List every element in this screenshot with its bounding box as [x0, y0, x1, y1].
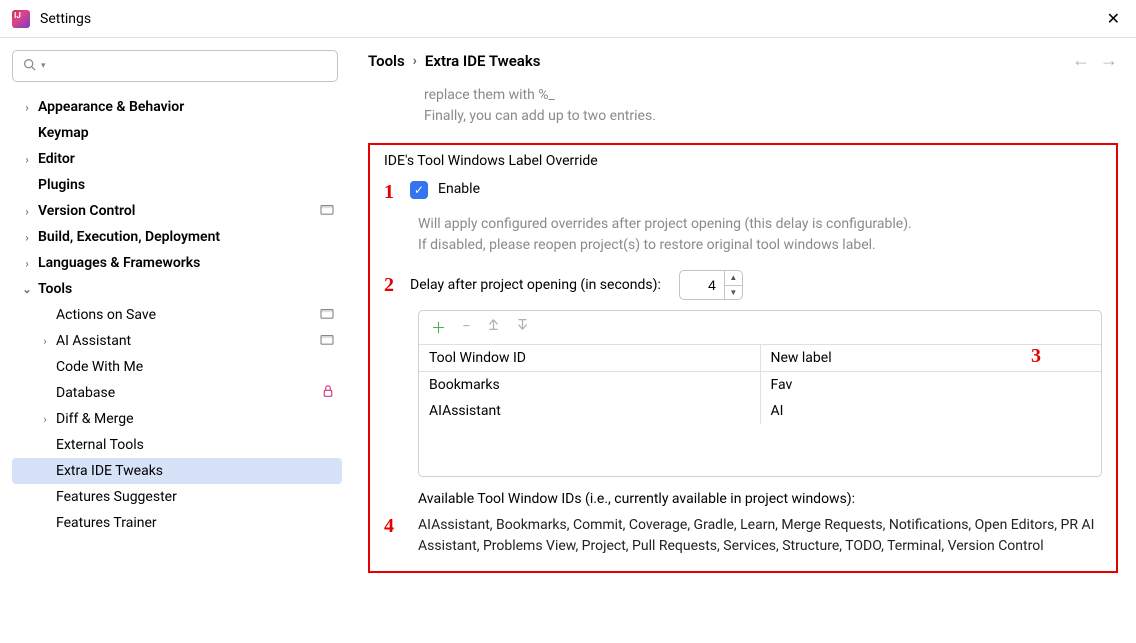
sidebar-item-plugins[interactable]: Plugins [12, 172, 342, 198]
delay-label: Delay after project opening (in seconds)… [410, 277, 661, 293]
nav-forward-icon[interactable]: → [1100, 50, 1118, 71]
spinner-up-icon[interactable]: ▲ [725, 271, 742, 286]
sidebar-item-features-suggester[interactable]: Features Suggester [12, 484, 342, 510]
sidebar-item-label: External Tools [56, 437, 334, 453]
sidebar-item-extra-ide-tweaks[interactable]: Extra IDE Tweaks [12, 458, 342, 484]
sidebar-item-label: Version Control [38, 203, 320, 219]
chevron-icon: › [20, 231, 34, 244]
chevron-icon: › [20, 205, 34, 218]
sidebar-item-label: Features Suggester [56, 489, 334, 505]
available-ids-title: Available Tool Window IDs (i.e., current… [418, 491, 1102, 507]
highlighted-section: IDE's Tool Windows Label Override 1 ✓ En… [368, 143, 1118, 573]
chevron-icon: ⌄ [20, 283, 34, 296]
sidebar-item-build-execution-deployment[interactable]: › Build, Execution, Deployment [12, 224, 342, 250]
enable-label[interactable]: Enable [438, 181, 480, 197]
breadcrumb: Tools › Extra IDE Tweaks ← → [368, 50, 1118, 71]
spinner-down-icon[interactable]: ▼ [725, 286, 742, 300]
sidebar-item-label: Plugins [38, 177, 334, 193]
sidebar-item-editor[interactable]: › Editor [12, 146, 342, 172]
sidebar-item-ai-assistant[interactable]: › AI Assistant [12, 328, 342, 354]
sidebar-item-label: Database [56, 385, 316, 401]
sidebar-item-label: Diff & Merge [56, 411, 334, 427]
sidebar-item-database[interactable]: Database [12, 380, 342, 406]
sidebar-item-label: Languages & Frameworks [38, 255, 334, 271]
overrides-table: 3 ＋ − Tool Window ID New label [418, 310, 1102, 477]
sidebar-item-tools[interactable]: ⌄ Tools [12, 276, 342, 302]
chevron-down-icon: ▾ [41, 61, 46, 71]
breadcrumb-leaf: Extra IDE Tweaks [425, 52, 541, 70]
search-icon [23, 58, 36, 75]
chevron-icon: › [38, 413, 52, 426]
nav-back-icon[interactable]: ← [1072, 50, 1090, 71]
hint-text: replace them with %_ Finally, you can ad… [368, 85, 1118, 127]
sidebar-item-label: AI Assistant [56, 333, 320, 349]
cell-tool-window-id[interactable]: Bookmarks [419, 372, 760, 399]
sidebar-item-keymap[interactable]: Keymap [12, 120, 342, 146]
cell-new-label[interactable]: Fav [760, 372, 1101, 399]
sidebar-item-external-tools[interactable]: External Tools [12, 432, 342, 458]
app-icon [12, 10, 30, 28]
chevron-icon: › [20, 257, 34, 270]
chevron-icon: › [38, 335, 52, 348]
close-icon[interactable]: ✕ [1103, 7, 1124, 30]
breadcrumb-root[interactable]: Tools [368, 52, 405, 70]
callout-1: 1 [384, 181, 410, 204]
sidebar-item-label: Appearance & Behavior [38, 99, 334, 115]
callout-4: 4 [384, 515, 410, 538]
sidebar-item-label: Extra IDE Tweaks [56, 463, 334, 479]
cell-new-label[interactable]: AI [760, 398, 1101, 424]
table-row[interactable]: BookmarksFav [419, 372, 1101, 399]
col-new-label[interactable]: New label [760, 345, 1101, 372]
chevron-icon: › [20, 153, 34, 166]
delay-spinner[interactable]: ▲ ▼ [679, 270, 743, 300]
window-title: Settings [40, 11, 1103, 27]
sidebar-item-label: Features Trainer [56, 515, 334, 531]
sidebar-item-languages-frameworks[interactable]: › Languages & Frameworks [12, 250, 342, 276]
sidebar-item-appearance-behavior[interactable]: › Appearance & Behavior [12, 94, 342, 120]
sidebar: ▾ › Appearance & Behavior Keymap › Editor Plu… [0, 38, 350, 643]
table-row[interactable]: AIAssistantAI [419, 398, 1101, 424]
sidebar-item-label: Build, Execution, Deployment [38, 229, 334, 245]
chevron-icon: › [20, 101, 34, 114]
sidebar-item-label: Tools [38, 281, 334, 297]
sidebar-item-version-control[interactable]: › Version Control [12, 198, 342, 224]
lock-icon [322, 385, 334, 401]
available-ids-list: AIAssistant, Bookmarks, Commit, Coverage… [418, 515, 1102, 557]
title-bar: Settings ✕ [0, 0, 1136, 38]
callout-3: 3 [1031, 345, 1041, 368]
col-tool-window-id[interactable]: Tool Window ID [419, 345, 760, 372]
sidebar-item-actions-on-save[interactable]: Actions on Save [12, 302, 342, 328]
scope-icon [320, 307, 334, 323]
content-panel: Tools › Extra IDE Tweaks ← → replace the… [350, 38, 1136, 643]
remove-icon[interactable]: − [462, 317, 471, 338]
breadcrumb-separator: › [413, 53, 417, 69]
sidebar-item-code-with-me[interactable]: Code With Me [12, 354, 342, 380]
sidebar-item-label: Keymap [38, 125, 334, 141]
callout-2: 2 [384, 274, 410, 297]
search-input[interactable]: ▾ [12, 50, 338, 82]
section-title: IDE's Tool Windows Label Override [384, 153, 1102, 169]
scope-icon [320, 203, 334, 219]
scope-icon [320, 333, 334, 349]
sidebar-item-label: Code With Me [56, 359, 334, 375]
sidebar-item-features-trainer[interactable]: Features Trainer [12, 510, 342, 536]
delay-input[interactable] [680, 271, 724, 299]
sidebar-item-diff-merge[interactable]: › Diff & Merge [12, 406, 342, 432]
add-icon[interactable]: ＋ [431, 317, 446, 338]
up-icon[interactable] [487, 317, 500, 338]
enable-checkbox[interactable]: ✓ [410, 181, 428, 199]
down-icon[interactable] [516, 317, 529, 338]
cell-tool-window-id[interactable]: AIAssistant [419, 398, 760, 424]
enable-description: Will apply configured overrides after pr… [418, 214, 1102, 256]
sidebar-item-label: Actions on Save [56, 307, 320, 323]
sidebar-item-label: Editor [38, 151, 334, 167]
